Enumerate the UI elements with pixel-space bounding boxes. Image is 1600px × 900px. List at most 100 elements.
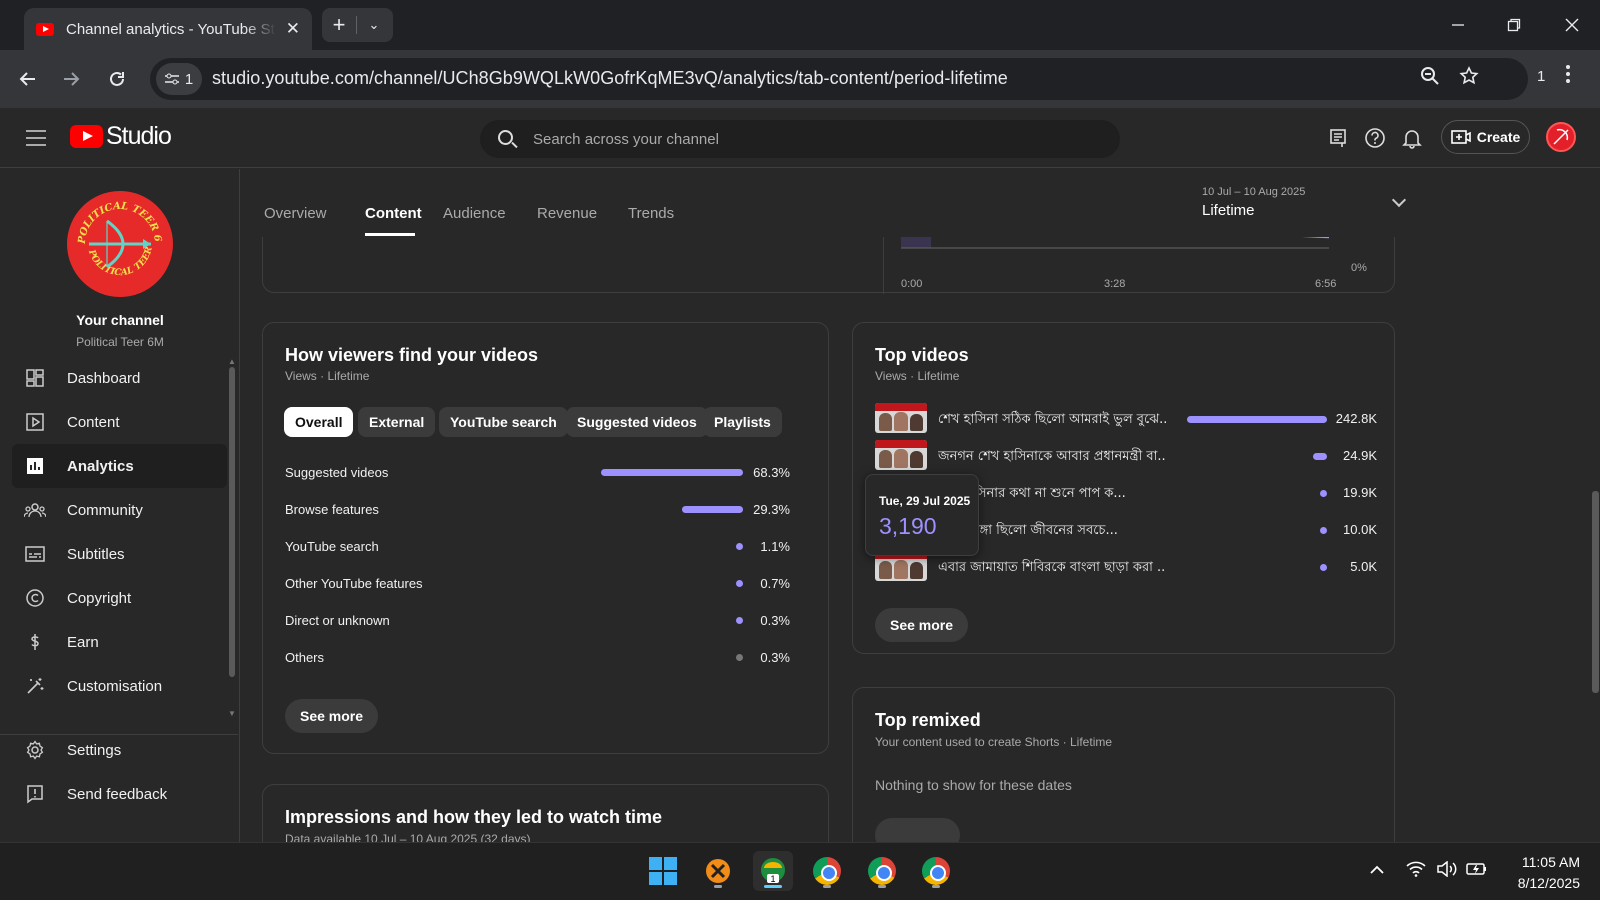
scroll-down-arrow-icon[interactable]: ▼ — [228, 709, 236, 718]
extensions-count[interactable]: 1 — [1537, 68, 1545, 85]
video-title[interactable]: এবার জামায়াত শিবিরকে বাংলা ছাড়া করা ..… — [938, 558, 1166, 579]
taskbar-app-xampp[interactable] — [698, 851, 738, 891]
chip-suggested-videos[interactable]: Suggested videos — [566, 407, 708, 437]
traffic-source-bar — [682, 506, 743, 513]
tab-search-button[interactable]: ⌄ — [357, 17, 391, 33]
chip-overall[interactable]: Overall — [284, 407, 354, 437]
chip-playlists[interactable]: Playlists — [703, 407, 782, 437]
sidebar-item-settings[interactable]: Settings — [12, 728, 227, 772]
sidebar-item-content[interactable]: Content — [12, 400, 227, 444]
address-bar[interactable]: 1 studio.youtube.com/channel/UCh8Gb9WQLk… — [150, 58, 1528, 100]
video-thumbnail[interactable] — [875, 403, 927, 433]
browser-tab[interactable]: Channel analytics - YouTube Studio ✕ — [24, 8, 312, 50]
url-text[interactable]: studio.youtube.com/channel/UCh8Gb9WQLkW0… — [212, 68, 1008, 89]
channel-avatar[interactable]: POLITICAL TEER 6M POLITICAL TEER 6M — [67, 191, 173, 297]
help-icon[interactable] — [1363, 126, 1387, 150]
traffic-source-value: 1.1% — [760, 539, 790, 554]
tab-content[interactable]: Content — [365, 205, 422, 222]
sidebar-item-community[interactable]: Community — [12, 488, 227, 532]
video-title[interactable]: শেখ হাসিনা সঠিক ছিলো আমরাই ভুল বুঝে... — [938, 410, 1166, 431]
see-more-button[interactable]: See more — [285, 699, 379, 733]
analytics-icon — [24, 455, 46, 477]
minimize-button[interactable] — [1430, 0, 1486, 50]
tab-close-icon[interactable]: ✕ — [286, 19, 300, 39]
battery-icon[interactable] — [1466, 861, 1488, 882]
active-tab-indicator — [365, 233, 415, 236]
minimize-icon — [1452, 24, 1464, 26]
account-avatar[interactable] — [1546, 122, 1576, 152]
browser-toolbar: 1 studio.youtube.com/channel/UCh8Gb9WQLk… — [0, 50, 1600, 108]
traffic-source-label: Other YouTube features — [285, 576, 423, 591]
traffic-source-dot — [736, 617, 743, 624]
tab-revenue[interactable]: Revenue — [537, 205, 597, 222]
tab-audience[interactable]: Audience — [443, 205, 506, 222]
x-tick-label: 6:56 — [1315, 278, 1337, 290]
back-button[interactable] — [13, 64, 43, 94]
traffic-source-label: Direct or unknown — [285, 613, 390, 628]
taskbar-chrome-2[interactable] — [862, 851, 902, 891]
sidebar-item-earn[interactable]: Earn — [12, 620, 227, 664]
app-badge: 1 — [770, 874, 775, 884]
zoom-icon[interactable] — [1420, 66, 1440, 92]
studio-logo[interactable]: Studio — [70, 122, 172, 151]
search-icon[interactable] — [498, 130, 513, 145]
scroll-up-arrow-icon[interactable]: ▲ — [228, 357, 236, 366]
video-title[interactable]: জনগন শেখ হাসিনাকে আবার প্রধানমন্ত্রী বা.… — [938, 447, 1166, 468]
tab-overview[interactable]: Overview — [264, 205, 327, 222]
sidebar-item-subtitles[interactable]: Subtitles — [12, 532, 227, 576]
sidebar-item-customisation[interactable]: Customisation — [12, 664, 227, 708]
traffic-source-row: Browse features 29.3% — [285, 500, 790, 520]
running-indicator — [878, 885, 886, 888]
traffic-source-value: 29.3% — [753, 502, 790, 517]
top-video-row[interactable]: জনগন শেখ হাসিনাকে আবার প্রধানমন্ত্রী বা.… — [875, 440, 1377, 472]
taskbar-app-active[interactable]: 1 — [753, 851, 793, 891]
reload-button[interactable] — [102, 64, 132, 94]
chip-external[interactable]: External — [358, 407, 436, 437]
chip-youtube-search[interactable]: YouTube search — [439, 407, 568, 437]
sidebar-item-send-feedback[interactable]: Send feedback — [12, 772, 227, 816]
sidebar-scrollbar[interactable] — [229, 367, 235, 677]
channel-name: Political Teer 6M — [76, 335, 164, 349]
see-more-button[interactable]: See more — [875, 608, 969, 642]
video-views-bar — [1320, 490, 1327, 497]
sidebar-item-label: Send feedback — [67, 785, 168, 803]
video-thumbnail[interactable] — [875, 440, 927, 470]
search-input[interactable] — [533, 121, 1093, 157]
traffic-source-dot — [736, 654, 743, 661]
sidebar-item-analytics[interactable]: Analytics — [12, 444, 227, 488]
tab-trends[interactable]: Trends — [628, 205, 674, 222]
traffic-source-row: Suggested videos 68.3% — [285, 463, 790, 483]
date-range[interactable]: 10 Jul – 10 Aug 2025 — [1202, 186, 1305, 198]
menu-icon[interactable] — [26, 130, 46, 146]
chevron-up-icon[interactable] — [1369, 861, 1385, 879]
new-tab-button[interactable]: + — [322, 12, 356, 38]
messages-icon[interactable] — [1326, 126, 1350, 150]
chevron-down-icon[interactable] — [1391, 192, 1407, 208]
sidebar-item-copyright[interactable]: Copyright — [12, 576, 227, 620]
settings-icon — [24, 739, 46, 761]
windows-logo-icon — [649, 857, 677, 885]
taskbar-chrome-1[interactable] — [807, 851, 847, 891]
tooltip-date: Tue, 29 Jul 2025 — [879, 494, 971, 508]
bookmark-star-icon[interactable] — [1459, 66, 1479, 92]
close-window-button[interactable] — [1544, 0, 1600, 50]
start-button[interactable] — [643, 851, 683, 891]
system-clock[interactable]: 11:05 AM 8/12/2025 — [1496, 852, 1580, 894]
browser-menu-icon[interactable] — [1565, 64, 1571, 90]
wifi-icon[interactable] — [1406, 861, 1426, 882]
restore-button[interactable] — [1486, 0, 1542, 50]
period-selector[interactable]: Lifetime — [1202, 202, 1255, 219]
traffic-source-value: 0.3% — [760, 613, 790, 628]
taskbar-chrome-3[interactable] — [916, 851, 956, 891]
volume-icon[interactable] — [1436, 860, 1458, 882]
top-video-row[interactable]: শেখ হাসিনা সঠিক ছিলো আমরাই ভুল বুঝে... 24… — [875, 403, 1377, 435]
see-more-button[interactable] — [875, 818, 960, 842]
forward-button[interactable] — [56, 64, 86, 94]
sidebar-item-dashboard[interactable]: Dashboard — [12, 356, 227, 400]
video-views: 10.0K — [1343, 522, 1377, 537]
page-scrollbar[interactable] — [1592, 491, 1599, 693]
notifications-bell-icon[interactable] — [1400, 126, 1424, 150]
site-info-button[interactable]: 1 — [156, 63, 202, 95]
sidebar-item-label: Dashboard — [67, 369, 141, 387]
create-button[interactable]: Create — [1441, 120, 1530, 154]
